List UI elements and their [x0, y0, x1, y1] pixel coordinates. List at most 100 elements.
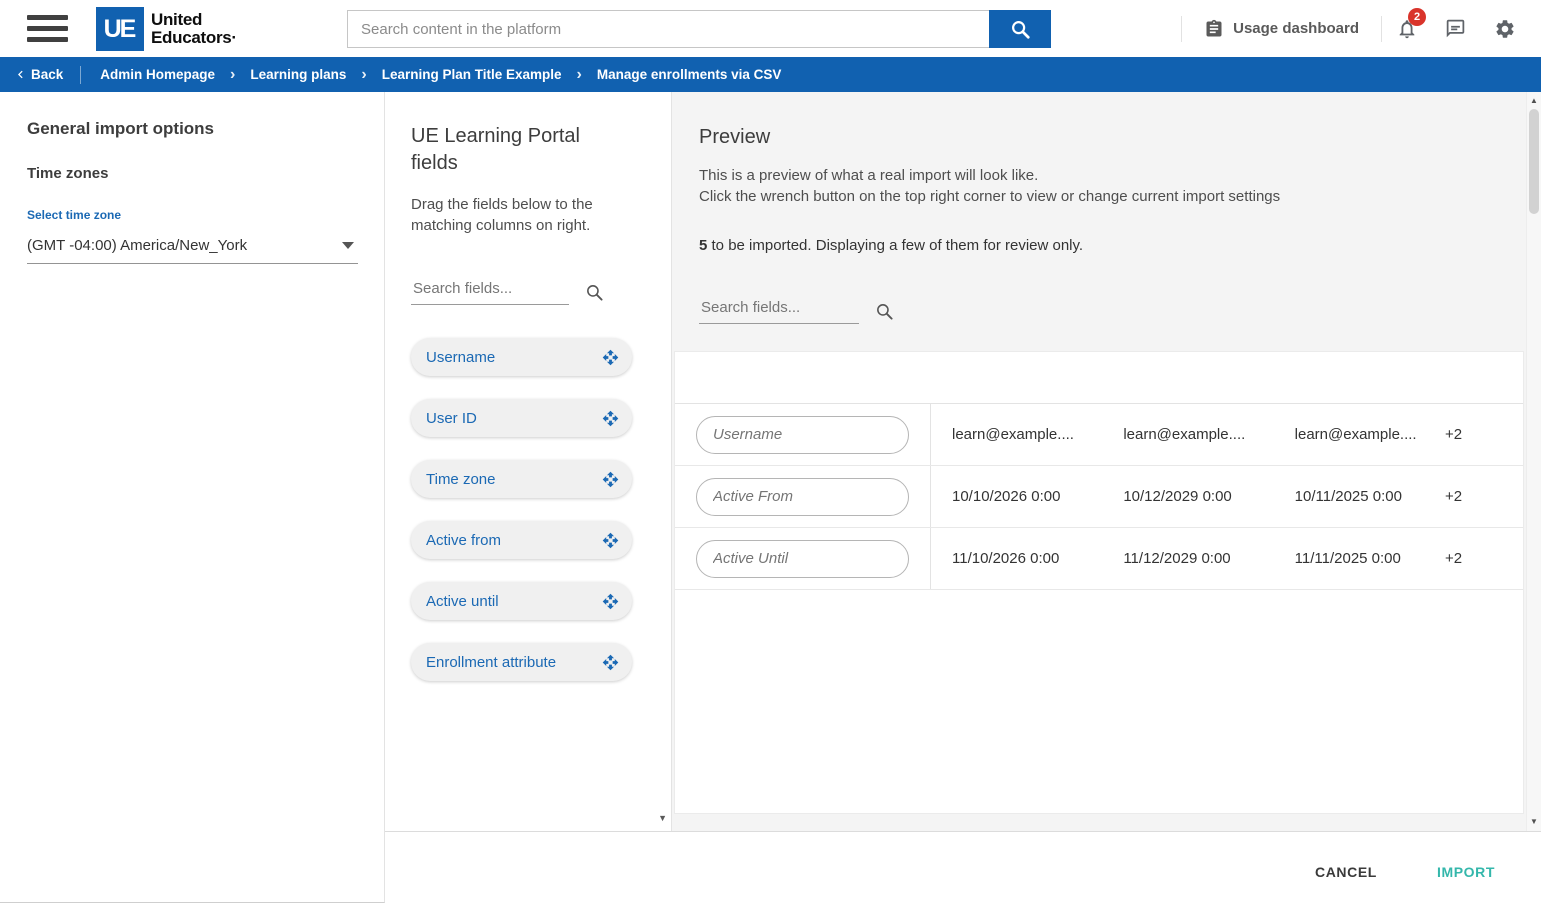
clipboard-icon	[1204, 19, 1224, 39]
field-pill-enrollment-attribute[interactable]: Enrollment attribute	[411, 643, 632, 681]
preview-table: learn@example.... learn@example.... lear…	[674, 351, 1524, 814]
gear-icon	[1494, 18, 1516, 40]
settings-button[interactable]	[1480, 0, 1529, 57]
brand-line1: United	[151, 11, 237, 29]
fields-panel-title: UE Learning Portal fields	[411, 123, 611, 177]
preview-description-line1: This is a preview of what a real import …	[699, 165, 1481, 186]
field-pill-username[interactable]: Username	[411, 338, 632, 376]
field-drop-target-active-until[interactable]	[696, 540, 909, 578]
field-label: Active from	[426, 532, 501, 549]
breadcrumb-admin-homepage[interactable]: Admin Homepage	[100, 67, 215, 82]
chevron-down-icon	[342, 242, 354, 249]
table-cell: 10/12/2029 0:00	[1102, 488, 1273, 505]
field-pill-active-from[interactable]: Active from	[411, 521, 632, 559]
top-header: UE United Educators· Usage dashboard	[0, 0, 1541, 57]
timezone-select[interactable]: (GMT -04:00) America/New_York	[27, 228, 358, 264]
field-mapping-cell	[675, 466, 931, 527]
table-cell: learn@example....	[1274, 426, 1445, 443]
timezone-selected-value: (GMT -04:00) America/New_York	[27, 237, 247, 254]
messages-button[interactable]	[1431, 0, 1480, 57]
search-icon	[1009, 18, 1031, 40]
field-pill-active-until[interactable]: Active until	[411, 582, 632, 620]
table-cell: 10/10/2026 0:00	[931, 488, 1102, 505]
field-drop-target-active-from[interactable]	[696, 478, 909, 516]
field-drop-target-username[interactable]	[696, 416, 909, 454]
search-icon	[875, 302, 894, 321]
ue-logo-icon: UE	[96, 7, 144, 51]
cancel-button[interactable]: CANCEL	[1315, 864, 1377, 880]
table-cell: learn@example....	[931, 426, 1102, 443]
drag-move-icon	[602, 410, 619, 427]
general-import-options-panel: General import options Time zones Select…	[0, 92, 385, 903]
timezones-section-title: Time zones	[27, 165, 356, 182]
brand-line2: Educators·	[151, 29, 237, 47]
notification-badge: 2	[1408, 8, 1426, 26]
breadcrumb-manage-enrollments[interactable]: Manage enrollments via CSV	[597, 67, 782, 82]
table-cell: 11/10/2026 0:00	[931, 550, 1102, 567]
breadcrumb-trail: Admin Homepage › Learning plans › Learni…	[100, 67, 781, 83]
table-cell: 11/12/2029 0:00	[1102, 550, 1273, 567]
search-icon	[585, 283, 604, 302]
header-actions: Usage dashboard 2	[1181, 0, 1541, 57]
preview-description-line2: Click the wrench button on the top right…	[699, 186, 1481, 207]
chat-icon	[1445, 18, 1466, 39]
scroll-down-arrow-icon[interactable]: ▼	[1527, 817, 1541, 827]
usage-dashboard-label: Usage dashboard	[1233, 20, 1359, 37]
field-label: Time zone	[426, 471, 495, 488]
notifications-button[interactable]: 2	[1382, 0, 1431, 57]
breadcrumb: Back Admin Homepage › Learning plans › L…	[0, 57, 1541, 92]
fields-panel-instructions: Drag the fields below to the matching co…	[411, 194, 621, 236]
preview-search-input[interactable]	[699, 295, 859, 324]
field-label: Enrollment attribute	[426, 654, 556, 671]
global-search	[347, 10, 1051, 48]
more-values-badge: +2	[1445, 550, 1523, 567]
vertical-scrollbar[interactable]: ▲ ▼	[1526, 92, 1541, 831]
field-mapping-cell	[675, 404, 931, 465]
back-label: Back	[31, 67, 63, 82]
fields-search	[411, 276, 671, 305]
table-row: 10/10/2026 0:00 10/12/2029 0:00 10/11/20…	[675, 466, 1523, 528]
chevron-right-icon: ›	[230, 67, 235, 83]
preview-panel: Preview This is a preview of what a real…	[672, 92, 1541, 831]
divider	[80, 66, 81, 84]
hamburger-menu-icon[interactable]	[27, 15, 68, 42]
breadcrumb-learning-plans[interactable]: Learning plans	[250, 67, 346, 82]
draggable-field-list: Username User ID Time zone Active from A…	[411, 338, 671, 681]
field-pill-user-id[interactable]: User ID	[411, 399, 632, 437]
table-cell: 11/11/2025 0:00	[1274, 550, 1445, 567]
scroll-up-arrow-icon[interactable]: ▲	[1527, 96, 1541, 106]
drag-move-icon	[602, 593, 619, 610]
brand-logo: UE United Educators·	[96, 7, 237, 51]
import-button[interactable]: IMPORT	[1437, 864, 1495, 880]
search-input[interactable]	[347, 10, 989, 48]
breadcrumb-learning-plan-title[interactable]: Learning Plan Title Example	[382, 67, 562, 82]
more-values-badge: +2	[1445, 426, 1523, 443]
back-button[interactable]: Back	[0, 57, 80, 92]
fields-search-input[interactable]	[411, 276, 569, 305]
preview-search	[699, 295, 1481, 324]
preview-table-header	[675, 352, 1523, 404]
field-pill-time-zone[interactable]: Time zone	[411, 460, 632, 498]
search-button[interactable]	[989, 10, 1051, 48]
table-row: learn@example.... learn@example.... lear…	[675, 404, 1523, 466]
footer-action-bar: CANCEL IMPORT	[385, 831, 1541, 911]
scrollbar-thumb[interactable]	[1529, 109, 1539, 214]
preview-title: Preview	[699, 126, 1481, 149]
field-label: User ID	[426, 410, 477, 427]
portal-fields-panel: UE Learning Portal fields Drag the field…	[385, 92, 672, 831]
scroll-down-arrow-icon[interactable]: ▼	[658, 813, 667, 823]
more-values-badge: +2	[1445, 488, 1523, 505]
drag-move-icon	[602, 471, 619, 488]
drag-move-icon	[602, 532, 619, 549]
brand-name: United Educators·	[151, 11, 237, 47]
drag-move-icon	[602, 654, 619, 671]
chevron-right-icon: ›	[361, 67, 366, 83]
select-timezone-label: Select time zone	[27, 208, 356, 222]
chevron-right-icon: ›	[577, 67, 582, 83]
table-row: 11/10/2026 0:00 11/12/2029 0:00 11/11/20…	[675, 528, 1523, 590]
usage-dashboard-button[interactable]: Usage dashboard	[1182, 0, 1381, 57]
table-cell: learn@example....	[1102, 426, 1273, 443]
preview-header: Preview This is a preview of what a real…	[672, 92, 1541, 324]
field-label: Active until	[426, 593, 499, 610]
field-label: Username	[426, 349, 495, 366]
